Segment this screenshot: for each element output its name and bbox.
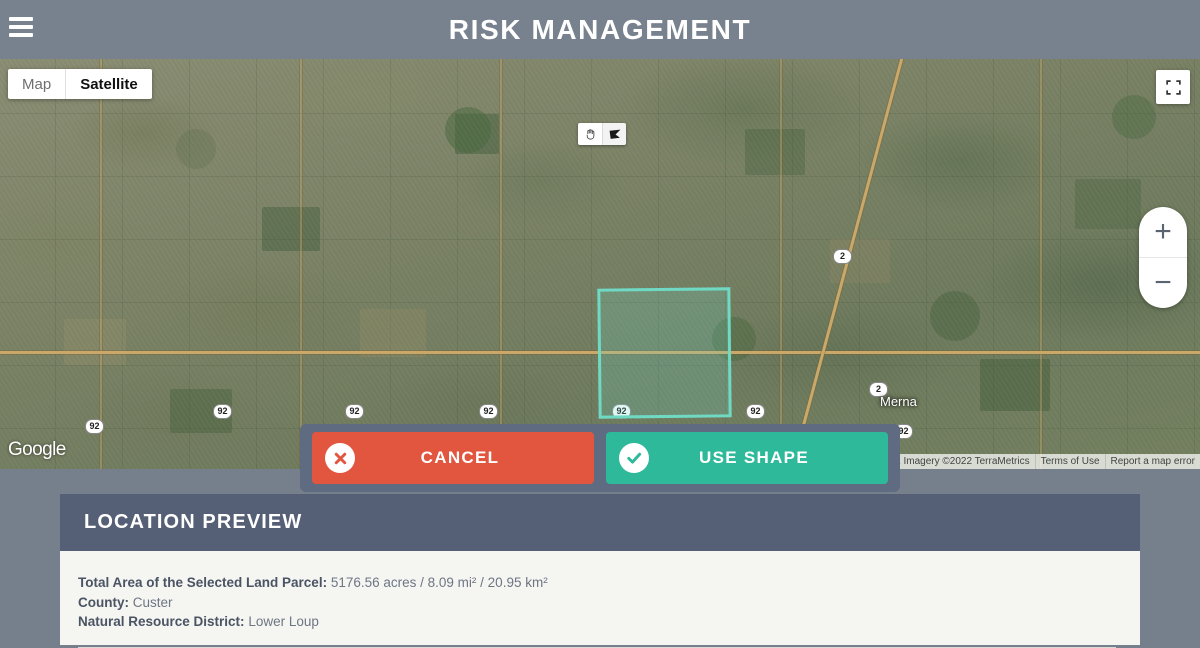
highway-shield: 2 — [833, 249, 852, 264]
map-road — [780, 59, 782, 469]
highway-shield: 92 — [746, 404, 765, 419]
location-preview-body: Total Area of the Selected Land Parcel: … — [60, 551, 1140, 648]
info-label: Total Area of the Selected Land Parcel: — [78, 575, 328, 590]
map-road — [300, 59, 302, 469]
location-preview-card: LOCATION PREVIEW Total Area of the Selec… — [60, 494, 1140, 648]
attribution-report-error[interactable]: Report a map error — [1104, 454, 1200, 469]
zoom-in-button[interactable]: + — [1139, 207, 1187, 257]
map-road — [1040, 59, 1042, 469]
hamburger-bar — [9, 17, 33, 21]
attribution-terms-of-use[interactable]: Terms of Use — [1034, 454, 1105, 469]
info-label: County: — [78, 594, 129, 610]
shape-action-bar: CANCEL USE SHAPE — [300, 424, 900, 492]
polygon-draw-icon[interactable] — [602, 123, 626, 145]
info-value: Lower Loup — [248, 614, 319, 629]
hamburger-bar — [9, 33, 33, 37]
highway-shield: 92 — [479, 404, 498, 419]
info-row-nrd: Natural Resource District: Lower Loup — [78, 612, 1116, 632]
map-road — [100, 59, 102, 469]
highway-shield: 92 — [213, 404, 232, 419]
hand-pan-icon[interactable] — [578, 123, 602, 145]
info-value: Custer — [132, 594, 173, 610]
info-value: 5176.56 acres / 8.09 mi² / 20.95 km² — [330, 575, 548, 590]
map-town-label: Merna — [880, 394, 917, 409]
cancel-button[interactable]: CANCEL — [312, 432, 594, 484]
map-zoom-controls[interactable]: + − — [1139, 207, 1187, 308]
close-circle-icon — [325, 443, 355, 473]
map-type-map[interactable]: Map — [8, 69, 65, 99]
map-road — [500, 59, 502, 469]
page-title: RISK MANAGEMENT — [448, 13, 752, 45]
info-row-total-area: Total Area of the Selected Land Parcel: … — [78, 573, 1116, 593]
map-type-toggle[interactable]: Map Satellite — [8, 69, 152, 99]
google-logo: Google — [8, 439, 66, 460]
hamburger-bar — [9, 25, 33, 29]
zoom-out-button[interactable]: − — [1139, 258, 1187, 308]
location-preview-header: LOCATION PREVIEW — [60, 494, 1140, 551]
highway-shield: 92 — [345, 404, 364, 419]
fullscreen-icon[interactable] — [1156, 70, 1190, 104]
map-draw-tools[interactable] — [578, 123, 626, 145]
hamburger-menu-icon[interactable] — [9, 17, 33, 37]
check-circle-icon — [619, 443, 649, 473]
map-type-satellite[interactable]: Satellite — [65, 69, 152, 99]
use-shape-button[interactable]: USE SHAPE — [606, 432, 888, 484]
location-preview-title: LOCATION PREVIEW — [84, 511, 303, 533]
map-container[interactable]: 92 92 92 92 92 92 2 2 92 Merna Map Satel… — [0, 59, 1200, 469]
selected-parcel-polygon[interactable] — [597, 287, 732, 419]
info-label: Natural Resource District: — [78, 614, 245, 629]
info-row-county: County: Custer — [78, 593, 1116, 613]
app-header: RISK MANAGEMENT — [0, 0, 1200, 59]
highway-shield: 92 — [85, 419, 104, 434]
section-divider — [78, 646, 1116, 648]
